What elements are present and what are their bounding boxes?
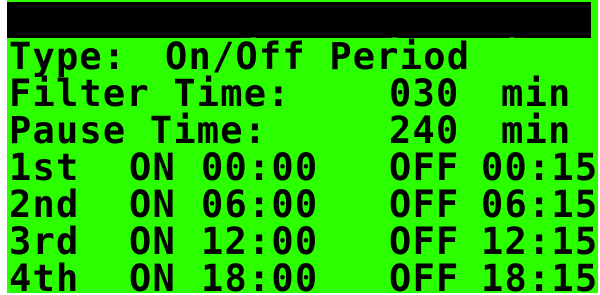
pause-time-label: Pause Time: xyxy=(9,109,268,152)
schedule-ordinal: 1st xyxy=(9,146,80,189)
type-row[interactable]: Type: On/Off Period xyxy=(7,38,469,75)
off-time-value[interactable]: 00:15 xyxy=(481,149,598,186)
filter-time-row[interactable]: Filter Time: 030 min xyxy=(7,75,570,112)
on-label: ON xyxy=(129,257,176,293)
schedule-row[interactable]: 3rd ON 12:00 OFF 12:15 xyxy=(7,220,597,263)
text-cursor xyxy=(595,42,598,73)
on-time-value[interactable]: 18:00 xyxy=(201,260,318,293)
schedule-ordinal: 4th xyxy=(9,257,80,293)
schedule-ordinal: 3rd xyxy=(9,220,80,263)
off-label: OFF xyxy=(389,146,460,189)
pause-time-row[interactable]: Pause Time: 240 min xyxy=(7,112,570,149)
schedule-ordinal: 2nd xyxy=(9,183,80,226)
on-label: ON xyxy=(129,146,176,189)
on-label: ON xyxy=(129,183,176,226)
filter-time-unit: min xyxy=(501,72,572,115)
schedule-row[interactable]: 2nd ON 06:00 OFF 06:15 xyxy=(7,183,597,226)
type-value[interactable]: On/Off Period xyxy=(165,38,470,75)
title-bar[interactable]: POOL Filtration Timer xyxy=(7,2,598,74)
lcd-display: POOL Filtration Timer Type: On/Off Perio… xyxy=(7,0,598,293)
schedule-row[interactable]: 4th ON 18:00 OFF 18:15 xyxy=(7,257,597,293)
schedule-row[interactable]: 1st ON 00:00 OFF 00:15 xyxy=(7,146,597,189)
on-time-value[interactable]: 12:00 xyxy=(201,223,318,260)
type-label: Type: xyxy=(9,35,127,78)
off-label: OFF xyxy=(389,183,460,226)
off-label: OFF xyxy=(389,257,460,293)
filter-time-label: Filter Time: xyxy=(9,72,291,115)
off-time-value[interactable]: 06:15 xyxy=(481,186,598,223)
pause-time-value[interactable]: 240 xyxy=(389,112,459,149)
off-time-value[interactable]: 18:15 xyxy=(481,260,598,293)
filter-time-value[interactable]: 030 xyxy=(389,75,459,112)
off-time-value[interactable]: 12:15 xyxy=(481,223,598,260)
pause-time-unit: min xyxy=(501,109,572,152)
on-time-value[interactable]: 06:00 xyxy=(201,186,318,223)
off-label: OFF xyxy=(389,220,460,263)
on-time-value[interactable]: 00:00 xyxy=(201,149,318,186)
on-label: ON xyxy=(129,220,176,263)
